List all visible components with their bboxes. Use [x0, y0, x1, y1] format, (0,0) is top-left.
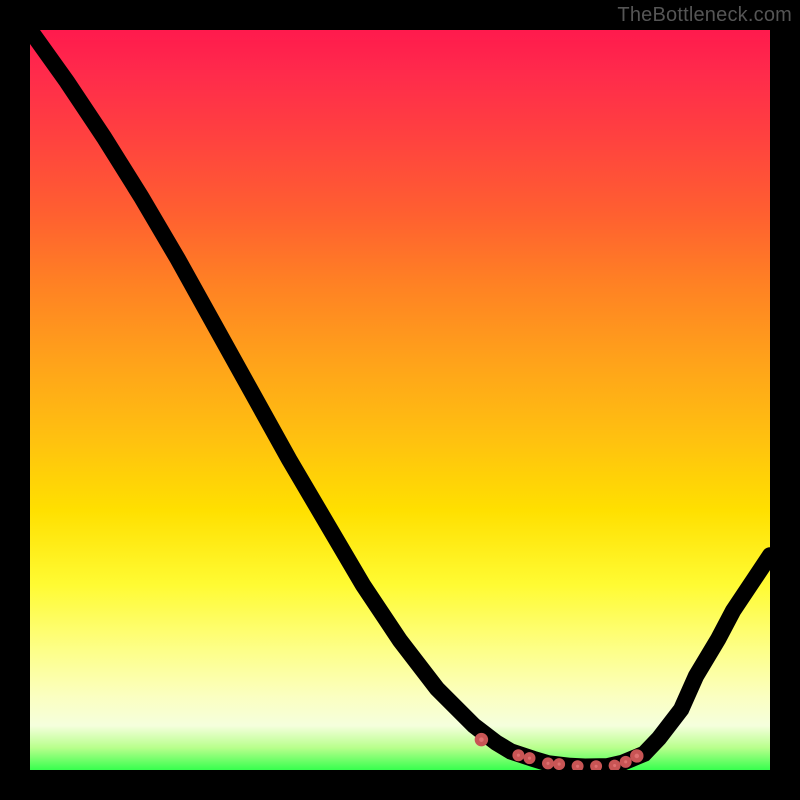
chart-frame: TheBottleneck.com	[0, 0, 800, 800]
marker-dot	[622, 758, 630, 766]
marker-dot	[632, 751, 641, 760]
curve-svg	[30, 30, 770, 770]
bottleneck-curve	[30, 30, 770, 767]
marker-dot	[544, 760, 552, 768]
marker-dot	[515, 751, 523, 759]
marker-dot	[477, 735, 486, 744]
marker-dot	[611, 762, 619, 770]
plot-area	[30, 30, 770, 770]
marker-dot	[526, 754, 534, 762]
marker-dot	[592, 763, 600, 770]
marker-dot	[555, 760, 563, 768]
marker-dot	[574, 763, 582, 770]
watermark-label: TheBottleneck.com	[617, 4, 792, 27]
